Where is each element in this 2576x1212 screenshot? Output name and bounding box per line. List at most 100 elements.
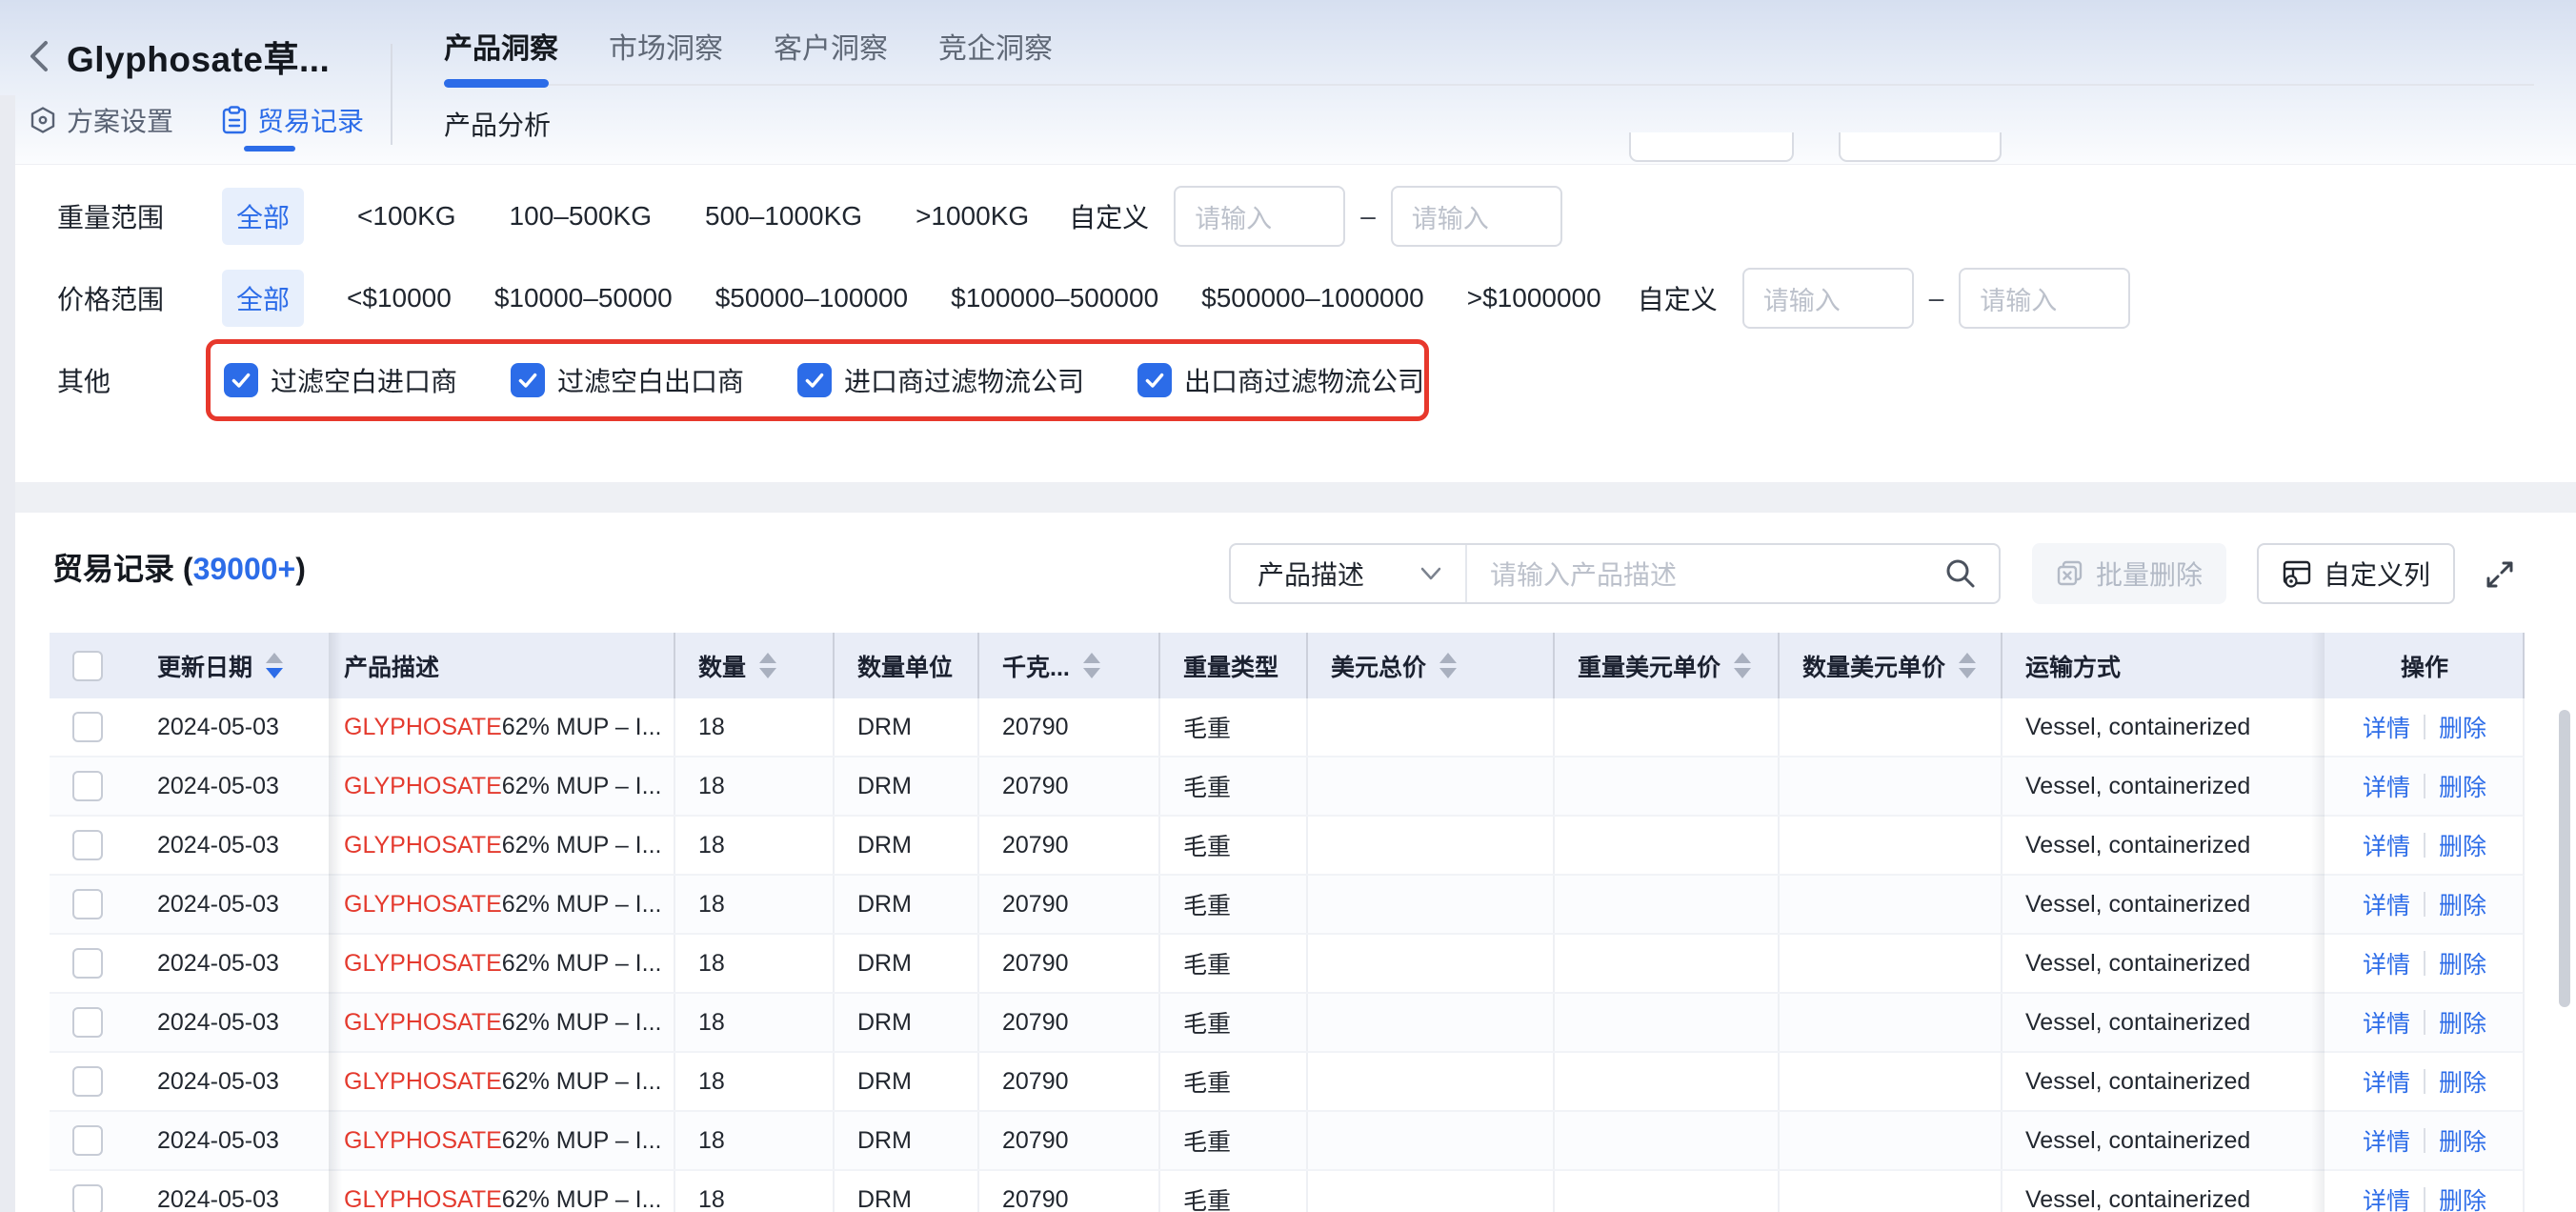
col-header-kg[interactable]: 千克... [977,633,1158,698]
detail-link[interactable]: 详情 [2363,1123,2410,1158]
custom-columns-button[interactable]: 自定义列 [2257,543,2455,604]
cell-desc: GLYPHOSATE 62% MUP – I... [329,1171,674,1212]
price-option-6[interactable]: $500000–1000000 [1201,283,1424,313]
detail-link[interactable]: 详情 [2363,828,2410,862]
detail-link[interactable]: 详情 [2363,1064,2410,1099]
weight-option-2[interactable]: <100KG [357,201,456,232]
weight-option-1[interactable]: 全部 [222,188,304,245]
detail-link[interactable]: 详情 [2363,946,2410,980]
col-header-date[interactable]: 更新日期 [125,633,329,698]
sort-desc-icon [1439,668,1457,678]
clipped-filter-input[interactable] [1839,132,2002,162]
weight-min-input[interactable]: 请输入 [1174,186,1345,247]
delete-link[interactable]: 删除 [2439,710,2486,744]
col-header-usd_unit_qty[interactable]: 数量美元单价 [1778,633,2001,698]
action-separator [2424,833,2425,858]
search-icon[interactable] [1943,556,1978,591]
tab-product-analysis[interactable]: 产品分析 [444,105,551,143]
row-checkbox[interactable] [72,712,103,742]
row-checkbox[interactable] [72,1066,103,1097]
product-desc-rest: 62% MUP – I... [502,1068,662,1096]
row-checkbox[interactable] [72,1184,103,1212]
cell-weight_type: 毛重 [1158,1112,1306,1169]
weight-option-5[interactable]: >1000KG [916,201,1029,232]
checkbox-checked-icon[interactable] [797,363,832,397]
detail-link[interactable]: 详情 [2363,710,2410,744]
delete-link[interactable]: 删除 [2439,769,2486,803]
cell-kg: 20790 [977,876,1158,933]
subnav-item-2[interactable]: 贸易记录 [221,101,364,139]
tab-1[interactable]: 产品洞察 [444,25,558,67]
checkbox-checked-icon[interactable] [511,363,545,397]
price-option-2[interactable]: <$10000 [347,283,452,313]
sort-icon[interactable] [1439,653,1457,678]
row-checkbox[interactable] [72,1007,103,1038]
product-desc-rest: 62% MUP – I... [502,714,662,741]
tab-4[interactable]: 竞企洞察 [938,25,1053,67]
weight-option-3[interactable]: 100–500KG [510,201,652,232]
cell-usd_unit_qty [1778,698,2001,756]
product-desc-highlight: GLYPHOSATE [344,1127,502,1155]
tab-3[interactable]: 客户洞察 [774,25,888,67]
filter-checkbox-4[interactable]: 出口商过滤物流公司 [1137,361,1424,399]
sort-icon[interactable] [1083,653,1100,678]
cell-kg: 20790 [977,1053,1158,1110]
sort-icon[interactable] [1734,653,1751,678]
action-separator [2424,1010,2425,1035]
filter-checkbox-1[interactable]: 过滤空白进口商 [224,361,457,399]
delete-link[interactable]: 删除 [2439,1005,2486,1040]
cell-action: 详情删除 [2324,1053,2525,1110]
sort-icon[interactable] [759,653,776,678]
row-checkbox[interactable] [72,948,103,979]
weight-max-input[interactable]: 请输入 [1391,186,1562,247]
checkbox-checked-icon[interactable] [224,363,258,397]
price-option-1[interactable]: 全部 [222,270,304,327]
delete-link[interactable]: 删除 [2439,1123,2486,1158]
row-checkbox[interactable] [72,889,103,919]
price-max-input[interactable]: 请输入 [1959,268,2130,329]
col-header-qty[interactable]: 数量 [674,633,833,698]
cell-usd_unit_qty [1778,994,2001,1051]
price-option-5[interactable]: $100000–500000 [951,283,1158,313]
detail-link[interactable]: 详情 [2363,887,2410,921]
bulk-delete-button[interactable]: 批量删除 [2032,543,2226,604]
cell-usd_unit_weight [1553,994,1778,1051]
price-option-4[interactable]: $50000–100000 [715,283,908,313]
search-input[interactable]: 请输入产品描述 [1467,555,1943,593]
price-option-3[interactable]: $10000–50000 [494,283,673,313]
delete-link[interactable]: 删除 [2439,1064,2486,1099]
detail-link[interactable]: 详情 [2363,1005,2410,1040]
cell-desc: GLYPHOSATE 62% MUP – I... [329,1053,674,1110]
delete-link[interactable]: 删除 [2439,887,2486,921]
filter-checkbox-3[interactable]: 进口商过滤物流公司 [797,361,1084,399]
search-field-select[interactable]: 产品描述 [1231,555,1465,593]
subnav-item-1[interactable]: 方案设置 [29,101,173,139]
fullscreen-icon[interactable] [2481,556,2519,594]
detail-link[interactable]: 详情 [2363,769,2410,803]
clipped-filter-input[interactable] [1629,132,1794,162]
col-header-usd_total[interactable]: 美元总价 [1306,633,1553,698]
weight-option-4[interactable]: 500–1000KG [705,201,862,232]
weight-custom-label[interactable]: 自定义 [1069,197,1149,235]
product-desc-rest: 62% MUP – I... [502,950,662,978]
back-icon[interactable] [27,37,51,75]
row-checkbox[interactable] [72,771,103,801]
filter-checkbox-2[interactable]: 过滤空白出口商 [511,361,744,399]
row-checkbox[interactable] [72,830,103,860]
active-tab-indicator [444,79,549,88]
price-min-input[interactable]: 请输入 [1742,268,1914,329]
delete-link[interactable]: 删除 [2439,1182,2486,1212]
sort-icon[interactable] [1959,653,1976,678]
price-option-7[interactable]: >$1000000 [1467,283,1601,313]
price-custom-label[interactable]: 自定义 [1638,279,1718,317]
row-checkbox[interactable] [72,1125,103,1156]
delete-link[interactable]: 删除 [2439,828,2486,862]
tab-2[interactable]: 市场洞察 [609,25,723,67]
vertical-scrollbar[interactable] [2559,710,2570,1007]
select-all-checkbox[interactable] [72,651,103,681]
sort-icon[interactable] [266,653,283,678]
delete-link[interactable]: 删除 [2439,946,2486,980]
checkbox-checked-icon[interactable] [1137,363,1172,397]
detail-link[interactable]: 详情 [2363,1182,2410,1212]
col-header-usd_unit_weight[interactable]: 重量美元单价 [1553,633,1778,698]
